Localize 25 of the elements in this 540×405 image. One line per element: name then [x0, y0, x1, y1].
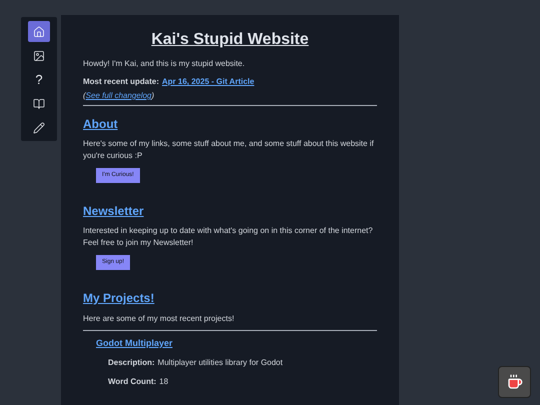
coffee-button[interactable] — [498, 366, 531, 398]
field-value: 18 — [159, 376, 168, 388]
field-label: Word Count: — [108, 376, 156, 388]
picture-frame-icon — [33, 50, 45, 62]
intro-text: Howdy! I'm Kai, and this is my stupid website. — [83, 58, 246, 70]
section-heading[interactable]: My Projects! — [83, 290, 154, 306]
section-heading[interactable]: About — [83, 116, 118, 132]
home-icon — [33, 26, 45, 38]
question-mark: ? — [35, 73, 43, 86]
update-link[interactable]: Apr 16, 2025 - Git Article — [162, 75, 254, 88]
nav-button[interactable]: ? — [28, 69, 50, 90]
field-value: Multiplayer utilities library for Godot — [158, 357, 283, 369]
book-icon — [33, 98, 45, 110]
section-heading[interactable]: Newsletter — [83, 203, 144, 219]
pencil-icon — [33, 122, 45, 134]
changelog-link[interactable]: See full changelog — [86, 91, 152, 100]
field-label: Description: — [108, 357, 155, 369]
update-label: Most recent update: — [83, 76, 160, 88]
section-text: Interested in keeping up to date with what's going on in this corner of the internet? Feel free to join my Newsletter! — [83, 225, 374, 249]
section-text: Here's some of my links, some stuff about me, and some stuff about this website if you're curious :P — [83, 138, 375, 162]
site-title: Kai's Stupid Website — [150, 30, 310, 50]
project-title[interactable]: Godot Multiplayer — [96, 337, 172, 350]
section-text: Here are some of my most recent projects! — [83, 313, 236, 325]
changelog-text: (See full changelog) — [83, 90, 156, 102]
coffee-cup-icon — [506, 374, 522, 390]
